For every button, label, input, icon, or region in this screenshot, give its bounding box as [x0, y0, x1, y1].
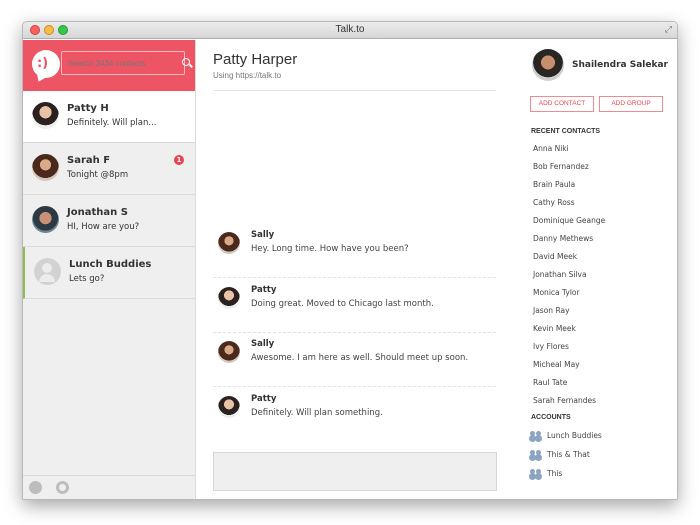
message-sender: Sally [251, 339, 275, 349]
conversation-name: Patty H [67, 103, 109, 114]
search-input[interactable] [62, 58, 178, 68]
chat-title: Patty Harper [213, 51, 298, 68]
conversation-name: Lunch Buddies [69, 259, 152, 270]
recent-contacts-heading: RECENT CONTACTS [531, 128, 601, 135]
contact-item[interactable]: Jason Ray [533, 306, 570, 315]
contact-item[interactable]: Sarah Fernandes [533, 396, 596, 405]
search-icon[interactable] [178, 52, 193, 74]
contact-item[interactable]: Monica Tylor [533, 288, 580, 297]
account-label: Lunch Buddies [547, 431, 602, 440]
avatar [32, 154, 59, 181]
conversation-name: Jonathan S [67, 207, 128, 218]
chat-panel: Patty Harper Using https://talk.to Sally… [197, 40, 522, 499]
contact-item[interactable]: Kevin Meek [533, 324, 576, 333]
conversation-sidebar: :) Patty H Definitely. Will plan... Sara… [23, 40, 196, 499]
message: Patty Definitely. Will plan something. [213, 387, 496, 442]
account-label: This & That [547, 450, 590, 459]
message-sender: Sally [251, 230, 275, 240]
conversation-item[interactable]: Jonathan S HI, How are you? [23, 195, 195, 247]
contact-item[interactable]: Dominique Geange [533, 216, 605, 225]
account-item[interactable]: Lunch Buddies [529, 431, 602, 440]
profile-name: Shailendra Salekar [572, 60, 668, 70]
contact-item[interactable]: Ivy Flores [533, 342, 569, 351]
sidebar-header: :) [23, 40, 195, 91]
conversation-preview: Lets go? [69, 274, 105, 284]
avatar [32, 206, 59, 233]
unread-badge: 1 [174, 155, 184, 165]
contact-item[interactable]: Danny Methews [533, 234, 593, 243]
title-bar: Talk.to ⤢ [23, 22, 677, 39]
avatar [218, 396, 240, 418]
contact-item[interactable]: Anna Niki [533, 144, 569, 153]
conversation-preview: Definitely. Will plan... [67, 118, 157, 128]
contact-item[interactable]: Bob Fernandez [533, 162, 589, 171]
people-icon [529, 469, 544, 478]
avatar [218, 232, 240, 254]
account-label: This [547, 469, 563, 478]
chat-icon[interactable] [29, 481, 42, 494]
window-title: Talk.to [335, 24, 365, 35]
avatar[interactable] [532, 49, 564, 81]
message-text: Awesome. I am here as well. Should meet … [251, 353, 469, 363]
search-box[interactable] [61, 51, 193, 75]
conversation-preview: Tonight @8pm [67, 170, 129, 180]
people-icon [529, 450, 544, 459]
fullscreen-icon[interactable]: ⤢ [665, 25, 672, 35]
add-contact-button[interactable]: ADD CONTACT [530, 96, 594, 112]
account-item[interactable]: This & That [529, 450, 590, 459]
conversation-name: Sarah F [67, 155, 111, 166]
contact-item[interactable]: David Meek [533, 252, 577, 261]
conversation-preview: HI, How are you? [67, 222, 140, 232]
contact-item[interactable]: Cathy Ross [533, 198, 575, 207]
gear-icon[interactable] [56, 481, 69, 494]
message-sender: Patty [251, 285, 277, 295]
message: Sally Hey. Long time. How have you been? [213, 223, 496, 278]
message-text: Doing great. Moved to Chicago last month… [251, 299, 434, 309]
contact-item[interactable]: Micheal May [533, 360, 580, 369]
conversation-item[interactable]: Lunch Buddies Lets go? [23, 247, 195, 299]
add-group-button[interactable]: ADD GROUP [599, 96, 663, 112]
message-sender: Patty [251, 394, 277, 404]
account-item[interactable]: This [529, 469, 562, 478]
contacts-panel: Shailendra Salekar ADD CONTACT ADD GROUP… [522, 40, 677, 499]
contact-item[interactable]: Raul Tate [533, 378, 567, 387]
group-avatar-icon [34, 258, 61, 285]
message-text: Definitely. Will plan something. [251, 408, 383, 418]
talkto-logo-icon: :) [32, 50, 60, 78]
message: Patty Doing great. Moved to Chicago last… [213, 278, 496, 333]
conversation-item[interactable]: Patty H Definitely. Will plan... [23, 91, 195, 143]
app-window: Talk.to ⤢ :) Patty H Definitely. Will pl… [22, 21, 678, 500]
contact-item[interactable]: Brain Paula [533, 180, 575, 189]
chat-subtitle: Using https://talk.to [213, 71, 282, 80]
message-input[interactable] [213, 452, 497, 491]
avatar [32, 102, 59, 129]
people-icon [529, 431, 544, 440]
accounts-heading: ACCOUNTS [531, 414, 571, 421]
message-text: Hey. Long time. How have you been? [251, 244, 409, 254]
contact-item[interactable]: Jonathan Silva [533, 270, 587, 279]
message: Sally Awesome. I am here as well. Should… [213, 332, 496, 387]
avatar [218, 341, 240, 363]
sidebar-footer [23, 475, 195, 499]
avatar [218, 287, 240, 309]
divider [213, 90, 496, 91]
conversation-item[interactable]: Sarah F Tonight @8pm 1 [23, 143, 195, 195]
